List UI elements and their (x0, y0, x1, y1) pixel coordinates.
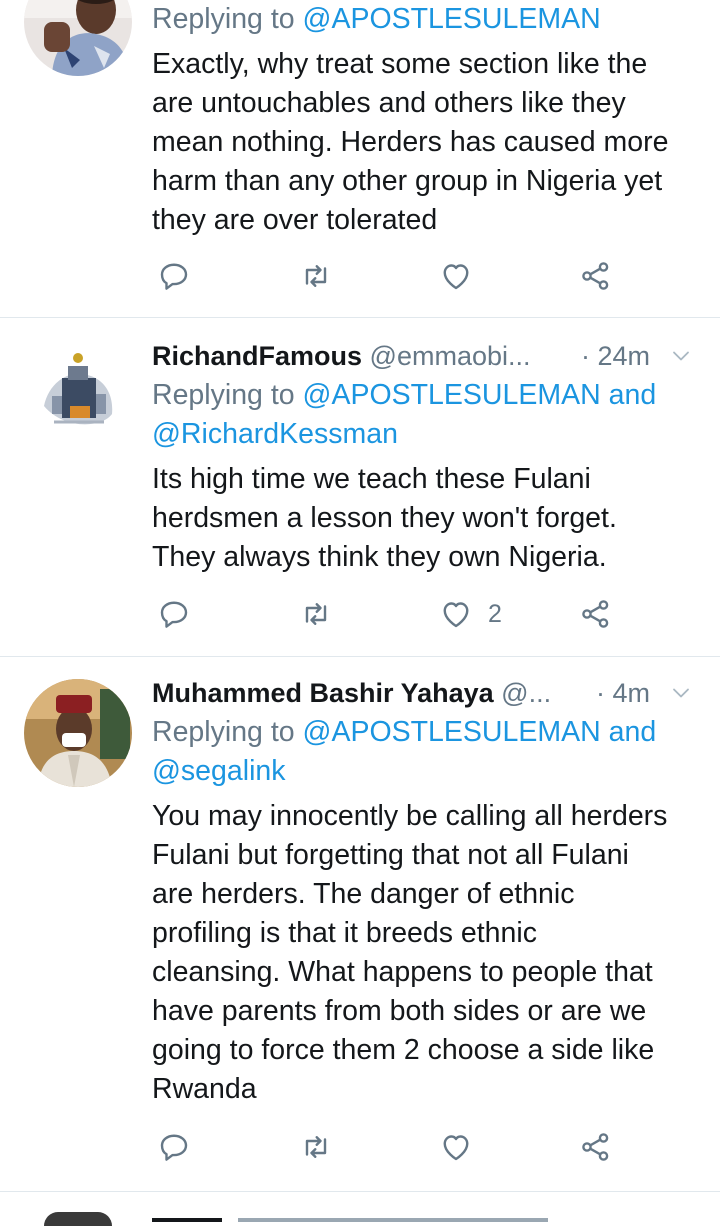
user-handle[interactable]: @... (501, 678, 551, 708)
avatar[interactable] (24, 336, 132, 444)
share-button[interactable] (578, 594, 614, 634)
mention-link[interactable]: @segalink (152, 752, 698, 791)
avatar-image (24, 679, 132, 787)
avatar[interactable] (24, 679, 132, 787)
text-line: going to force them 2 choose a side like (152, 1034, 655, 1066)
replying-to: Replying to @APOSTLESULEMAN and @segalin… (152, 713, 698, 791)
tweet-header: RichandFamous @emmaobi... · 24m (152, 336, 698, 376)
reply-icon (160, 601, 188, 628)
text-line: herdsmen a lesson they won't forget. (152, 502, 617, 534)
retweet-icon (305, 1136, 327, 1158)
reply-button[interactable] (156, 1127, 192, 1167)
mention-and: and (608, 379, 657, 411)
text-line: They always think they own Nigeria. (152, 541, 607, 573)
tweet-text: Exactly, why treat some section like the… (152, 45, 698, 240)
text-line: profiling is that it breeds ethnic (152, 917, 537, 949)
replying-label: Replying to (152, 379, 295, 411)
text-line: have parents from both sides or are we (152, 995, 647, 1027)
tweet-text: Its high time we teach these Fulani herd… (152, 460, 698, 577)
avatar-image (24, 336, 132, 444)
text-line: are herders. The danger of ethnic (152, 878, 575, 910)
like-count: 2 (488, 599, 502, 628)
tweet-actions (152, 1127, 622, 1167)
text-line: Fulani but forgetting that not all Fulan… (152, 839, 629, 871)
like-button[interactable] (438, 1127, 474, 1167)
replying-to: Replying to @APOSTLESULEMAN (152, 0, 698, 39)
like-button[interactable]: 2 (438, 594, 502, 634)
reply-button[interactable] (156, 256, 192, 296)
text-line: harm than any other group in Nigeria yet (152, 165, 663, 197)
mention-and: and (608, 716, 657, 748)
share-icon (582, 1133, 609, 1161)
text-line: cleansing. What happens to people that (152, 956, 653, 988)
user-handle[interactable]: @emmaobi... (370, 341, 531, 371)
replying-to: Replying to @APOSTLESULEMAN and @Richard… (152, 376, 698, 454)
retweet-button[interactable] (298, 256, 334, 296)
replying-label: Replying to (152, 3, 295, 35)
avatar-image (24, 0, 132, 76)
next-tweet-avatar-edge (44, 1212, 112, 1226)
display-name[interactable]: Muhammed Bashir Yahaya (152, 678, 494, 708)
display-name[interactable]: RichandFamous (152, 341, 362, 371)
timestamp: · 4m (596, 678, 650, 708)
text-line: they are over tolerated (152, 204, 438, 236)
retweet-button[interactable] (298, 594, 334, 634)
retweet-icon (305, 265, 327, 287)
share-button[interactable] (578, 1127, 614, 1167)
heart-icon (443, 602, 469, 628)
tweet-actions (152, 256, 622, 296)
mention-link[interactable]: @APOSTLESULEMAN (303, 3, 601, 35)
mention-link[interactable]: @RichardKessman (152, 415, 698, 454)
tweet[interactable]: Replying to @APOSTLESULEMAN Exactly, why… (0, 0, 720, 318)
avatar[interactable] (24, 0, 132, 76)
tweet-actions: 2 (152, 594, 622, 634)
mention-link[interactable]: @APOSTLESULEMAN (303, 379, 601, 411)
text-line: Exactly, why treat some section like the (152, 48, 648, 80)
retweet-button[interactable] (298, 1127, 334, 1167)
text-line: mean nothing. Herders has caused more (152, 126, 669, 158)
replying-label: Replying to (152, 716, 295, 748)
tweet-header: Muhammed Bashir Yahaya @... · 4m (152, 673, 698, 713)
chevron-down-icon[interactable] (668, 681, 694, 705)
timestamp: · 24m (580, 341, 650, 371)
share-icon (582, 262, 609, 290)
reply-icon (160, 1134, 188, 1161)
text-line: are untouchables and others like they (152, 87, 626, 119)
share-icon (582, 600, 609, 628)
heart-icon (443, 264, 469, 290)
text-line: You may innocently be calling all herder… (152, 800, 668, 832)
next-tweet-header-edge (152, 1218, 548, 1222)
tweet[interactable]: RichandFamous @emmaobi... · 24m Replying… (0, 318, 720, 657)
like-button[interactable] (438, 256, 474, 296)
tweet-text: You may innocently be calling all herder… (152, 797, 698, 1109)
heart-icon (443, 1135, 469, 1161)
tweet[interactable]: Muhammed Bashir Yahaya @... · 4m Replyin… (0, 657, 720, 1192)
text-line: Its high time we teach these Fulani (152, 463, 591, 495)
share-button[interactable] (578, 256, 614, 296)
reply-button[interactable] (156, 594, 192, 634)
reply-feed: Replying to @APOSTLESULEMAN Exactly, why… (0, 0, 720, 1226)
text-line: Rwanda (152, 1073, 257, 1105)
retweet-icon (305, 603, 327, 625)
chevron-down-icon[interactable] (668, 344, 694, 368)
reply-icon (160, 263, 188, 290)
mention-link[interactable]: @APOSTLESULEMAN (303, 716, 601, 748)
